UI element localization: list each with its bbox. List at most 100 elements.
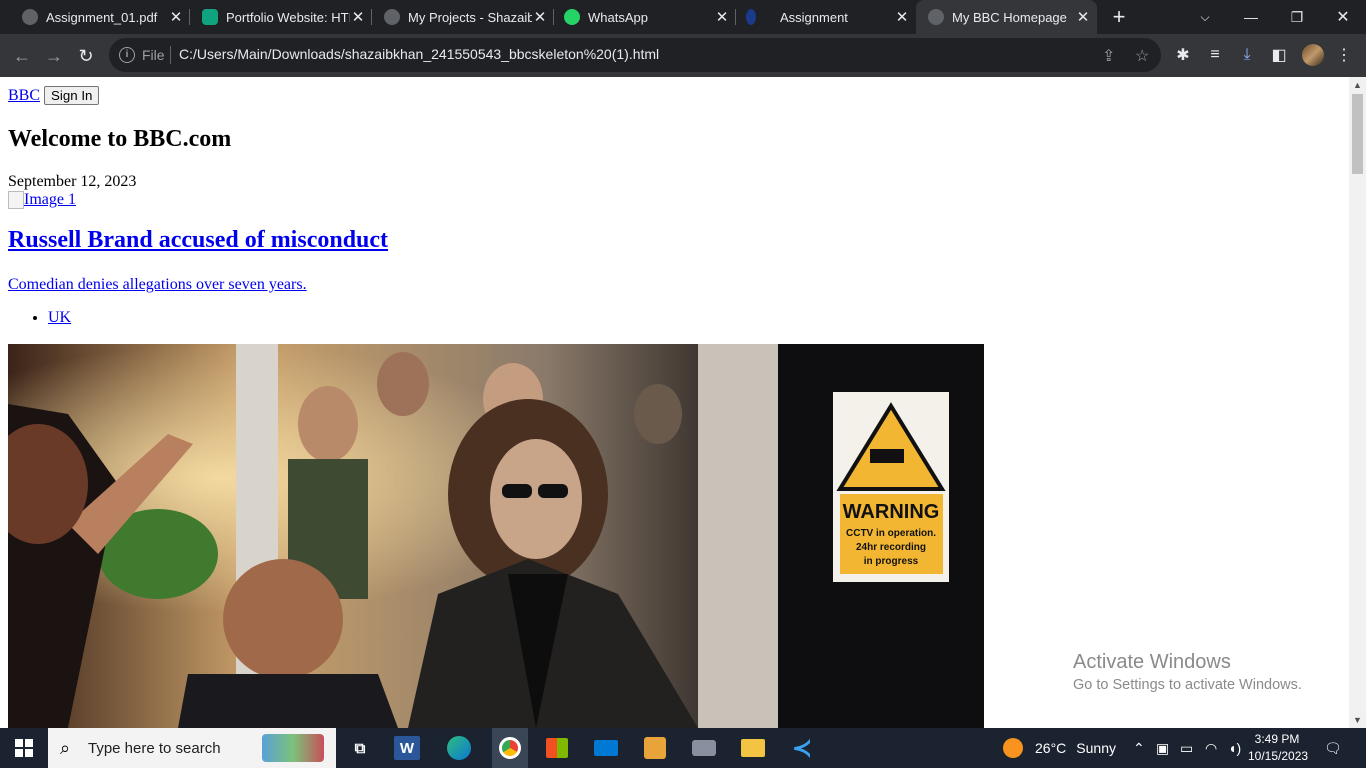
info-icon[interactable]: i [119, 47, 135, 63]
close-icon[interactable]: ✕ [714, 9, 730, 26]
headline-wrapper: Russell Brand accused of misconduct [8, 227, 388, 254]
sign-line-2: 24hr recording [856, 542, 926, 553]
reload-icon[interactable]: ↻ [73, 43, 99, 69]
scheme-label: File [142, 47, 165, 63]
broken-image-link[interactable]: Image 1 [8, 191, 76, 209]
forward-arrow-icon[interactable]: → [41, 43, 67, 69]
search-placeholder: Type here to search [88, 740, 221, 757]
sun-icon [1003, 738, 1023, 758]
task-view-icon[interactable]: ⧉ [344, 732, 376, 764]
tab-portfolio-website[interactable]: Portfolio Website: HTI ✕ [190, 0, 372, 34]
list-item: UK [48, 309, 71, 327]
profile-avatar[interactable] [1302, 44, 1324, 66]
tab-title: WhatsApp [588, 9, 648, 25]
chrome-icon[interactable] [492, 728, 528, 768]
tab-my-projects[interactable]: My Projects - Shazaib ✕ [372, 0, 554, 34]
watermark-subtitle: Go to Settings to activate Windows. [1073, 677, 1302, 693]
photo-illustration: WARNING CCTV in operation. 24hr recordin… [8, 344, 984, 728]
media-queue-icon[interactable]: ≡ [1205, 45, 1225, 65]
chevron-up-icon[interactable]: ⌃ [1133, 728, 1145, 768]
windows-taskbar: ⌕ Type here to search ⧉ W ≺ 26°C Sunny ⌃… [0, 728, 1366, 768]
back-arrow-icon[interactable]: ← [9, 43, 35, 69]
globe-icon [384, 9, 400, 25]
search-highlight-icon [262, 734, 324, 762]
download-icon[interactable]: ⤓ [1237, 45, 1257, 65]
new-tab-button[interactable]: + [1107, 4, 1131, 29]
volume-icon[interactable]: ◖) [1228, 728, 1241, 768]
tab-search-chevron-icon[interactable]: ⌵ [1182, 0, 1228, 34]
word-icon[interactable]: W [394, 736, 420, 760]
scroll-up-arrow-icon[interactable]: ▲ [1353, 80, 1362, 90]
menu-kebab-icon[interactable]: ⋮ [1334, 45, 1354, 65]
close-icon[interactable]: ✕ [1075, 9, 1091, 26]
chatgpt-icon [202, 9, 218, 25]
browser-toolbar: ← → ↻ i File C:/Users/Main/Downloads/sha… [0, 34, 1366, 77]
store-icon[interactable] [541, 732, 573, 764]
wifi-icon[interactable]: ◠ [1205, 728, 1217, 768]
close-window-icon[interactable]: ✕ [1320, 0, 1366, 34]
vscode-icon[interactable]: ≺ [786, 732, 818, 764]
whatsapp-icon [564, 9, 580, 25]
url-text[interactable]: C:/Users/Main/Downloads/shazaibkhan_2415… [179, 46, 659, 62]
scroll-thumb[interactable] [1352, 94, 1363, 174]
tab-whatsapp[interactable]: WhatsApp ✕ [554, 0, 736, 34]
bbc-link[interactable]: BBC [8, 87, 40, 105]
assignment-icon [746, 9, 756, 25]
tab-assignment[interactable]: Assignment ✕ [736, 0, 916, 34]
weather-widget[interactable]: 26°C Sunny [1003, 728, 1116, 768]
close-icon[interactable]: ✕ [168, 9, 184, 26]
side-panel-icon[interactable]: ◧ [1269, 45, 1289, 65]
tab-title: My BBC Homepage [952, 9, 1067, 25]
extensions-puzzle-icon[interactable]: ✱ [1173, 45, 1193, 65]
close-icon[interactable]: ✕ [532, 9, 548, 26]
close-icon[interactable]: ✕ [894, 9, 910, 26]
file-explorer-icon[interactable] [737, 732, 769, 764]
globe-icon [22, 9, 38, 25]
close-icon[interactable]: ✕ [350, 9, 366, 26]
sign-title: WARNING [843, 501, 940, 523]
bookmark-star-icon[interactable]: ☆ [1135, 46, 1149, 66]
scroll-down-arrow-icon[interactable]: ▼ [1353, 715, 1362, 725]
sign-line-1: CCTV in operation. [846, 528, 936, 539]
minimize-icon[interactable]: — [1228, 0, 1274, 34]
weather-condition: Sunny [1076, 740, 1116, 756]
taskbar-search-box[interactable]: ⌕ Type here to search [48, 728, 336, 768]
camera-icon[interactable] [688, 732, 720, 764]
snipping-tool-icon[interactable] [639, 732, 671, 764]
battery-icon[interactable]: ▭ [1180, 728, 1193, 768]
notifications-icon[interactable]: 🗨 [1324, 728, 1342, 768]
broken-image-icon [8, 191, 24, 209]
page-scrollbar[interactable]: ▲ ▼ [1349, 77, 1366, 728]
address-bar[interactable]: i File C:/Users/Main/Downloads/shazaibkh… [109, 38, 1161, 72]
edge-icon[interactable] [443, 732, 475, 764]
tab-my-bbc-homepage[interactable]: My BBC Homepage ✕ [916, 0, 1097, 34]
sign-in-button[interactable]: Sign In [44, 86, 100, 105]
tab-title: Portfolio Website: HTI [226, 9, 350, 25]
start-button[interactable] [0, 728, 48, 768]
nav-link-uk[interactable]: UK [48, 309, 71, 326]
section-nav-list: UK [8, 309, 71, 327]
activate-windows-watermark: Activate Windows Go to Settings to activ… [1073, 651, 1302, 693]
tab-title: Assignment [780, 9, 848, 25]
headline-link[interactable]: Russell Brand accused of misconduct [8, 227, 388, 253]
restore-icon[interactable]: ❐ [1274, 0, 1320, 34]
tab-title: My Projects - Shazaib [408, 9, 532, 25]
summary-link[interactable]: Comedian denies allegations over seven y… [8, 276, 307, 294]
clock-time: 3:49 PM [1254, 732, 1300, 746]
date-text: September 12, 2023 [8, 173, 137, 190]
web-page: BBC Sign In Welcome to BBC.com September… [0, 77, 1349, 728]
tab-assignment-pdf[interactable]: Assignment_01.pdf ✕ [0, 0, 190, 34]
meet-now-icon[interactable]: ▣ [1156, 728, 1169, 768]
address-separator [170, 46, 171, 64]
share-icon[interactable]: ⇪ [1102, 46, 1115, 66]
clock[interactable]: 3:49 PM 10/15/2023 [1248, 731, 1309, 765]
windows-logo-icon [15, 739, 33, 757]
clock-date: 10/15/2023 [1248, 749, 1309, 763]
weather-temp: 26°C [1035, 740, 1067, 756]
article-photo: WARNING CCTV in operation. 24hr recordin… [8, 344, 984, 728]
tab-strip: Assignment_01.pdf ✕ Portfolio Website: H… [0, 0, 1366, 34]
page-heading: Welcome to BBC.com [8, 126, 232, 152]
mail-icon[interactable] [590, 732, 622, 764]
sign-line-3: in progress [864, 556, 919, 567]
watermark-title: Activate Windows [1073, 651, 1231, 673]
